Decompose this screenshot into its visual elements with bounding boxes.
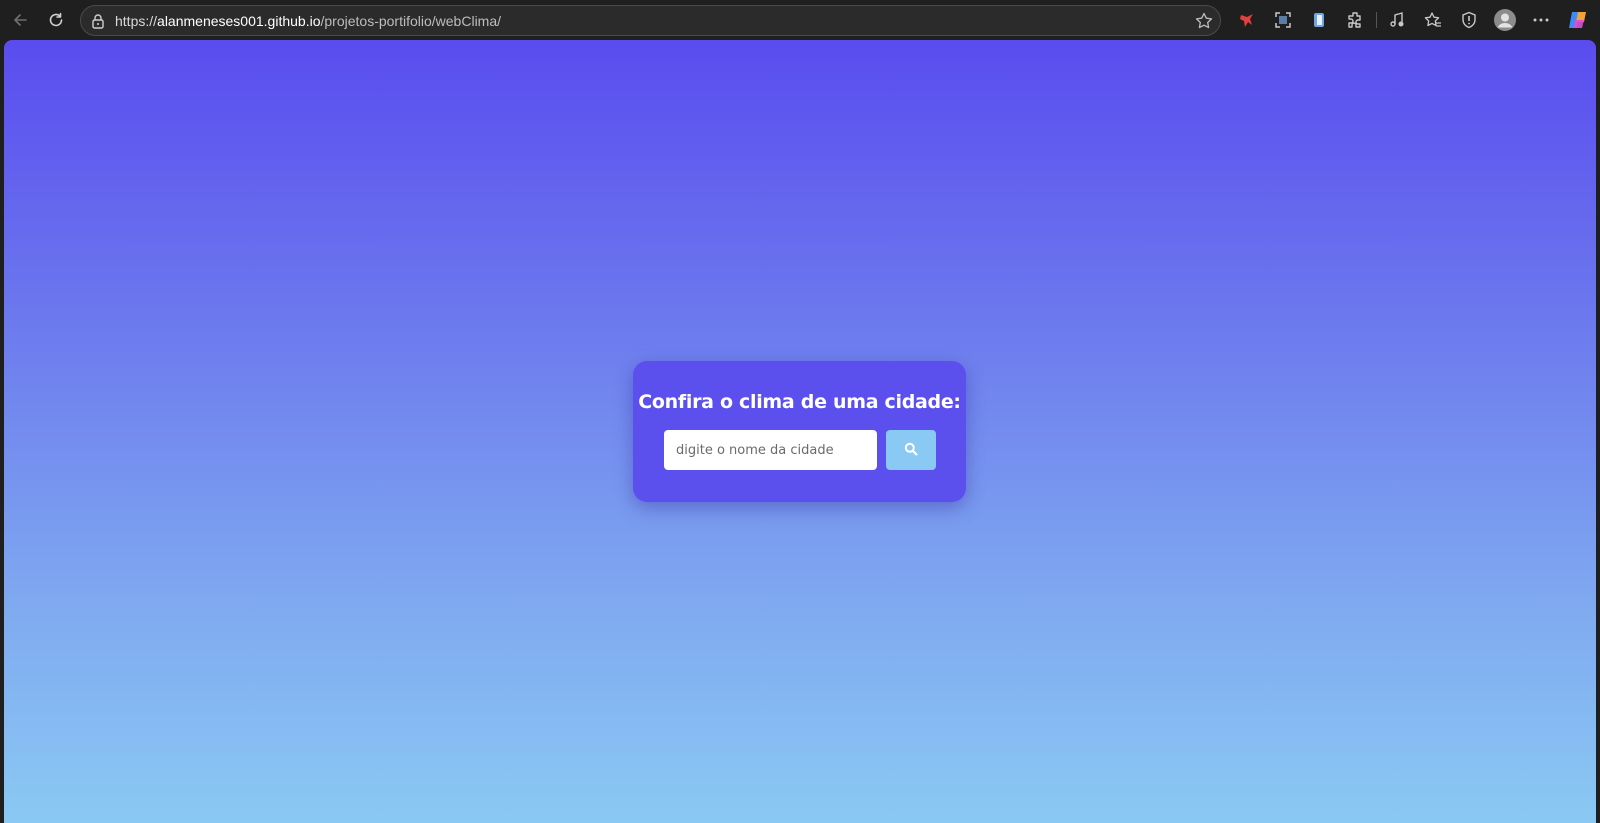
city-search-input[interactable] [664, 430, 877, 470]
url-domain: alanmeneses001.github.io [157, 13, 321, 29]
phone-icon[interactable] [1308, 9, 1330, 31]
url-scheme: https:// [115, 13, 158, 29]
address-bar[interactable]: https://alanmeneses001.github.io/projeto… [80, 5, 1221, 36]
search-icon [904, 442, 918, 459]
extension-red-icon[interactable] [1236, 9, 1258, 31]
browser-toolbar: https://alanmeneses001.github.io/projeto… [0, 0, 1600, 40]
lock-icon[interactable] [89, 12, 107, 30]
copilot-icon[interactable] [1566, 8, 1590, 32]
toolbar-separator [1376, 12, 1377, 28]
favorite-star-icon[interactable] [1194, 11, 1214, 31]
reload-icon[interactable] [42, 6, 70, 34]
extensions-icon[interactable] [1344, 9, 1366, 31]
shield-icon[interactable] [1458, 9, 1480, 31]
screenshot-icon[interactable] [1272, 9, 1294, 31]
favorites-icon[interactable] [1422, 9, 1444, 31]
more-icon[interactable] [1530, 9, 1552, 31]
weather-search-card: Confira o clima de uma cidade: [633, 361, 966, 502]
profile-icon[interactable] [1493, 8, 1517, 32]
url-text: https://alanmeneses001.github.io/projeto… [115, 13, 501, 29]
page-viewport: Confira o clima de uma cidade: [4, 40, 1596, 823]
url-path: /projetos-portifolio/webClima/ [320, 13, 502, 29]
search-button[interactable] [886, 430, 936, 470]
media-icon[interactable] [1386, 9, 1408, 31]
back-icon[interactable] [6, 6, 34, 34]
card-title: Confira o clima de uma cidade: [638, 391, 961, 413]
